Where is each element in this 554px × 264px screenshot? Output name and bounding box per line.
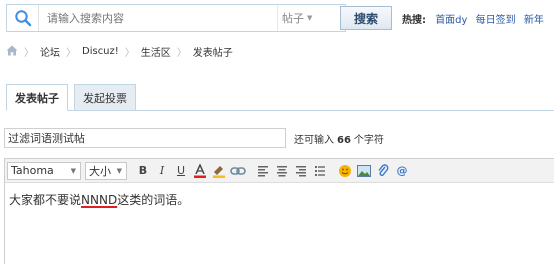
font-size-label: 大小 — [89, 164, 111, 178]
remaining-chars: 还可输入 66 个字符 — [294, 131, 384, 146]
hot-link[interactable]: 每日签到 — [476, 15, 516, 26]
chevron-right-icon: 〉 — [24, 48, 34, 59]
search-input[interactable] — [39, 5, 277, 31]
breadcrumb-item[interactable]: 论坛 — [40, 44, 60, 59]
search-type-label: 帖子 — [282, 12, 304, 25]
at-mention-icon[interactable]: @ — [393, 162, 411, 180]
breadcrumb: 〉 论坛 〉 Discuz! 〉 生活区 〉 发表帖子 — [6, 44, 233, 59]
chevron-right-icon: 〉 — [176, 48, 187, 59]
align-center-icon[interactable] — [273, 162, 291, 180]
list-icon[interactable] — [311, 162, 329, 180]
tab-new-thread[interactable]: 发表帖子 — [6, 84, 68, 111]
hot-search: 热搜: 首面dy 每日签到 新年 — [402, 11, 549, 26]
breadcrumb-item[interactable]: 生活区 — [141, 44, 171, 59]
editor-content[interactable]: 大家都不要说NNND这类的词语。 — [5, 183, 554, 216]
editor-toolbar: Tahoma ▼ 大小 ▼ B I U @ — [5, 159, 554, 183]
emoticon-icon[interactable] — [336, 162, 354, 180]
background-color-icon[interactable] — [210, 162, 228, 180]
chevron-right-icon: 〉 — [66, 48, 76, 59]
chevron-down-icon: ▼ — [70, 166, 76, 175]
post-title-input[interactable] — [4, 128, 286, 148]
breadcrumb-item[interactable]: Discuz! — [82, 46, 119, 57]
search-type-select[interactable]: 帖子 ▼ — [277, 5, 321, 31]
search-button[interactable]: 搜索 — [340, 6, 392, 30]
content-text: 这类的词语。 — [117, 193, 190, 207]
font-color-icon[interactable] — [191, 162, 209, 180]
font-family-label: Tahoma — [11, 164, 54, 177]
hot-link[interactable]: 新年 — [524, 15, 544, 26]
align-right-icon[interactable] — [292, 162, 310, 180]
hot-search-label: 热搜: — [402, 15, 426, 26]
search-bar: 帖子 ▼ — [6, 4, 346, 32]
link-icon[interactable] — [229, 162, 247, 180]
attachment-icon[interactable] — [374, 162, 392, 180]
chevron-down-icon: ▼ — [307, 14, 313, 22]
home-icon[interactable] — [6, 45, 18, 59]
remaining-suffix: 个字符 — [353, 135, 384, 146]
post-editor: Tahoma ▼ 大小 ▼ B I U @ 大家都不要说NNND这类的词语。 — [4, 158, 554, 264]
align-left-icon[interactable] — [254, 162, 272, 180]
breadcrumb-current: 发表帖子 — [192, 48, 233, 59]
filtered-word: NNND — [81, 193, 118, 207]
font-family-select[interactable]: Tahoma ▼ — [7, 161, 81, 180]
remaining-prefix: 还可输入 — [294, 135, 334, 146]
image-icon[interactable] — [355, 162, 373, 180]
bold-button[interactable]: B — [134, 162, 152, 180]
font-size-select[interactable]: 大小 ▼ — [85, 161, 127, 180]
content-text: 大家都不要说 — [9, 193, 82, 207]
italic-button[interactable]: I — [153, 162, 171, 180]
search-icon — [7, 5, 39, 31]
hot-link[interactable]: 首面dy — [435, 15, 467, 26]
chevron-right-icon: 〉 — [124, 48, 135, 59]
underline-button[interactable]: U — [172, 162, 190, 180]
tab-new-poll[interactable]: 发起投票 — [74, 84, 136, 111]
chevron-down-icon: ▼ — [116, 166, 122, 175]
remaining-count: 66 — [337, 135, 351, 146]
